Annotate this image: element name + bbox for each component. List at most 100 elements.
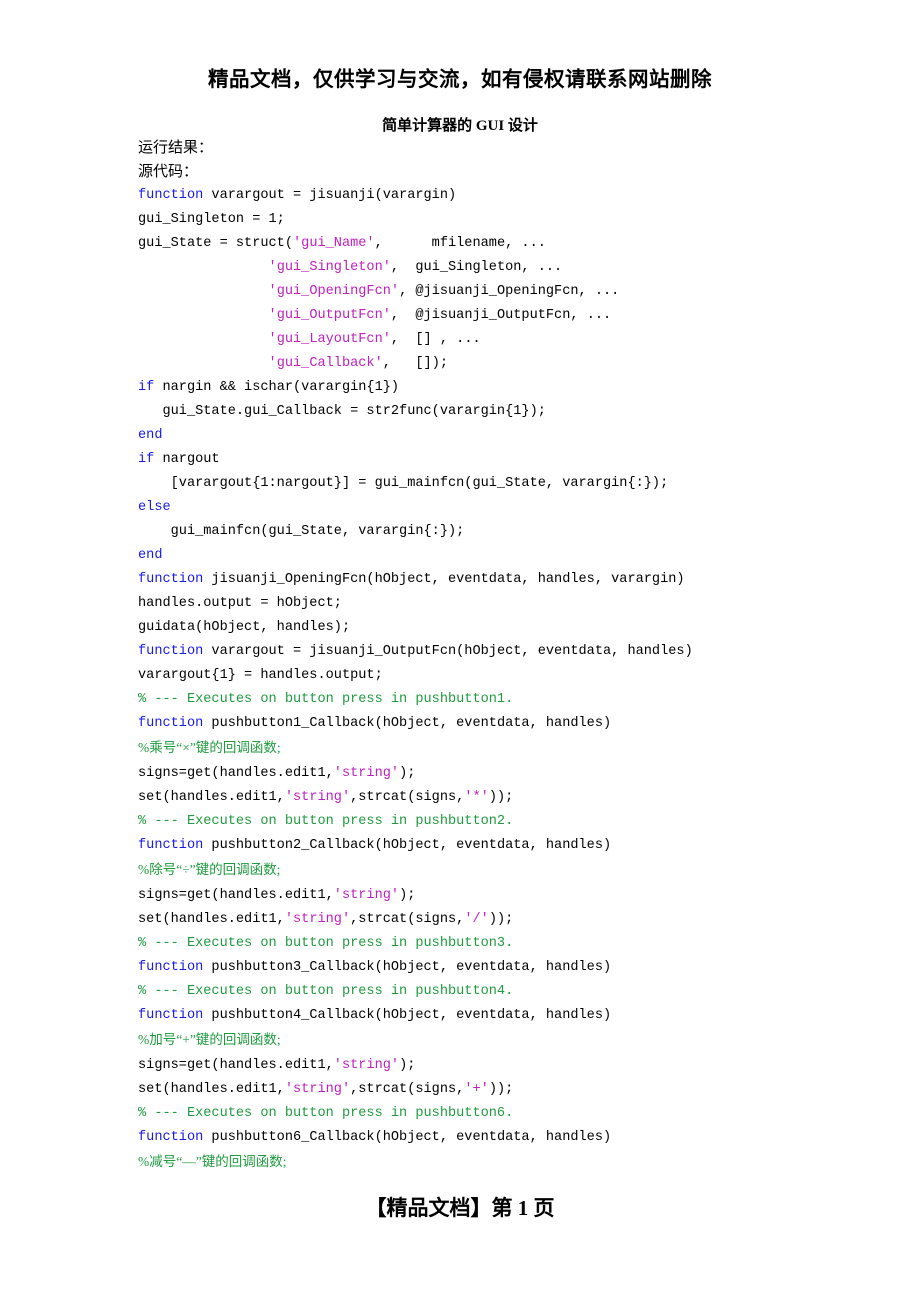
source-code-block: function varargout = jisuanji(varargin) g…: [138, 184, 898, 1176]
code-token: pushbutton1_Callback(hObject, eventdata,…: [203, 716, 612, 731]
code-line: set(handles.edit1,'string',strcat(signs,…: [138, 786, 898, 810]
watermark-banner: 精品文档，仅供学习与交流，如有侵权请联系网站删除: [208, 69, 712, 91]
code-token: gui_Singleton = 1;: [138, 212, 285, 227]
code-token: function: [138, 1130, 204, 1145]
code-token: jisuanji_OpeningFcn(hObject, eventdata, …: [203, 572, 685, 587]
code-token: , gui_Singleton, ...: [390, 260, 563, 275]
code-line: %减号“—”键的回调函数;: [138, 1150, 898, 1176]
document-body: 运行结果： 源代码： function varargout = jisuanji…: [138, 136, 898, 1176]
code-token: 'gui_Callback': [268, 356, 383, 371]
code-token: %除号“÷”键的回调函数;: [138, 862, 281, 877]
code-line: function pushbutton2_Callback(hObject, e…: [138, 834, 898, 858]
code-line: set(handles.edit1,'string',strcat(signs,…: [138, 908, 898, 932]
code-token: , []);: [382, 356, 449, 371]
code-token: 'gui_LayoutFcn': [268, 332, 391, 347]
code-line: signs=get(handles.edit1,'string');: [138, 1054, 898, 1078]
code-token: 'string': [333, 1058, 400, 1073]
code-line: 'gui_Singleton', gui_Singleton, ...: [138, 256, 898, 280]
code-token: , [] , ...: [390, 332, 481, 347]
code-line: if nargout: [138, 448, 898, 472]
code-line: function pushbutton1_Callback(hObject, e…: [138, 712, 898, 736]
code-line: else: [138, 496, 898, 520]
code-token: % --- Executes on button press in pushbu…: [138, 814, 514, 829]
code-token: );: [399, 766, 416, 781]
code-token: ,strcat(signs,: [350, 790, 465, 805]
code-token: if: [138, 380, 155, 395]
code-line: handles.output = hObject;: [138, 592, 898, 616]
code-token: else: [138, 500, 171, 515]
code-token: nargout: [154, 452, 220, 467]
code-token: [varargout{1:nargout}] = gui_mainfcn(gui…: [138, 476, 669, 491]
code-token: ,strcat(signs,: [350, 912, 465, 927]
code-line: function varargout = jisuanji(varargin): [138, 184, 898, 208]
code-line: % --- Executes on button press in pushbu…: [138, 932, 898, 956]
code-token: function: [138, 838, 204, 853]
code-token: ));: [488, 1082, 514, 1097]
code-token: 'string': [333, 766, 400, 781]
code-line: function varargout = jisuanji_OutputFcn(…: [138, 640, 898, 664]
code-token: 'gui_Singleton': [268, 260, 391, 275]
code-line: %除号“÷”键的回调函数;: [138, 858, 898, 884]
code-line: signs=get(handles.edit1,'string');: [138, 884, 898, 908]
code-line: signs=get(handles.edit1,'string');: [138, 762, 898, 786]
code-line: gui_State.gui_Callback = str2func(vararg…: [138, 400, 898, 424]
code-line: guidata(hObject, handles);: [138, 616, 898, 640]
code-token: 'gui_OutputFcn': [268, 308, 391, 323]
code-line: [varargout{1:nargout}] = gui_mainfcn(gui…: [138, 472, 898, 496]
code-line: end: [138, 424, 898, 448]
code-token: gui_State = struct(: [138, 236, 293, 251]
code-token: '/': [464, 912, 489, 927]
code-token: 'string': [284, 1082, 351, 1097]
code-line: varargout{1} = handles.output;: [138, 664, 898, 688]
page-footer: 【精品文档】第 1 页: [365, 1196, 555, 1220]
code-line: % --- Executes on button press in pushbu…: [138, 1102, 898, 1126]
code-token: ));: [488, 790, 514, 805]
code-line: gui_mainfcn(gui_State, varargin{:});: [138, 520, 898, 544]
code-token: function: [138, 716, 204, 731]
code-token: handles.output = hObject;: [138, 596, 342, 611]
code-token: gui_State.gui_Callback = str2func(vararg…: [138, 404, 546, 419]
code-token: );: [399, 888, 416, 903]
code-line: 'gui_OpeningFcn', @jisuanji_OpeningFcn, …: [138, 280, 898, 304]
code-token: 'string': [284, 790, 351, 805]
code-token: function: [138, 1008, 204, 1023]
code-line: set(handles.edit1,'string',strcat(signs,…: [138, 1078, 898, 1102]
code-token: signs=get(handles.edit1,: [138, 888, 334, 903]
code-token: varargout{1} = handles.output;: [138, 668, 383, 683]
code-token: 'gui_Name': [293, 236, 375, 251]
code-token: function: [138, 572, 204, 587]
code-token: ));: [488, 912, 514, 927]
code-token: pushbutton4_Callback(hObject, eventdata,…: [203, 1008, 612, 1023]
code-line: 'gui_OutputFcn', @jisuanji_OutputFcn, ..…: [138, 304, 898, 328]
code-token: ,strcat(signs,: [350, 1082, 465, 1097]
code-token: %加号“+”键的回调函数;: [138, 1032, 281, 1047]
code-token: function: [138, 960, 204, 975]
intro-line-source: 源代码：: [138, 164, 199, 180]
code-token: % --- Executes on button press in pushbu…: [138, 1106, 514, 1121]
code-token: end: [138, 548, 163, 563]
code-token: end: [138, 428, 163, 443]
code-token: pushbutton3_Callback(hObject, eventdata,…: [203, 960, 612, 975]
code-token: nargin && ischar(varargin{1}): [154, 380, 400, 395]
code-line: function pushbutton6_Callback(hObject, e…: [138, 1126, 898, 1150]
code-token: % --- Executes on button press in pushbu…: [138, 936, 514, 951]
code-token: varargout = jisuanji(varargin): [203, 188, 457, 203]
code-token: , @jisuanji_OpeningFcn, ...: [399, 284, 620, 299]
code-token: 'string': [333, 888, 400, 903]
code-line: %加号“+”键的回调函数;: [138, 1028, 898, 1054]
code-token: % --- Executes on button press in pushbu…: [138, 984, 514, 999]
code-token: %减号“—”键的回调函数;: [138, 1154, 287, 1169]
code-line: %乘号“×”键的回调函数;: [138, 736, 898, 762]
code-line: gui_Singleton = 1;: [138, 208, 898, 232]
code-token: set(handles.edit1,: [138, 912, 285, 927]
code-token: signs=get(handles.edit1,: [138, 1058, 334, 1073]
code-token: guidata(hObject, handles);: [138, 620, 351, 635]
code-line: end: [138, 544, 898, 568]
code-line: function pushbutton3_Callback(hObject, e…: [138, 956, 898, 980]
code-token: % --- Executes on button press in pushbu…: [138, 692, 514, 707]
code-token: , @jisuanji_OutputFcn, ...: [390, 308, 612, 323]
code-line: if nargin && ischar(varargin{1}): [138, 376, 898, 400]
